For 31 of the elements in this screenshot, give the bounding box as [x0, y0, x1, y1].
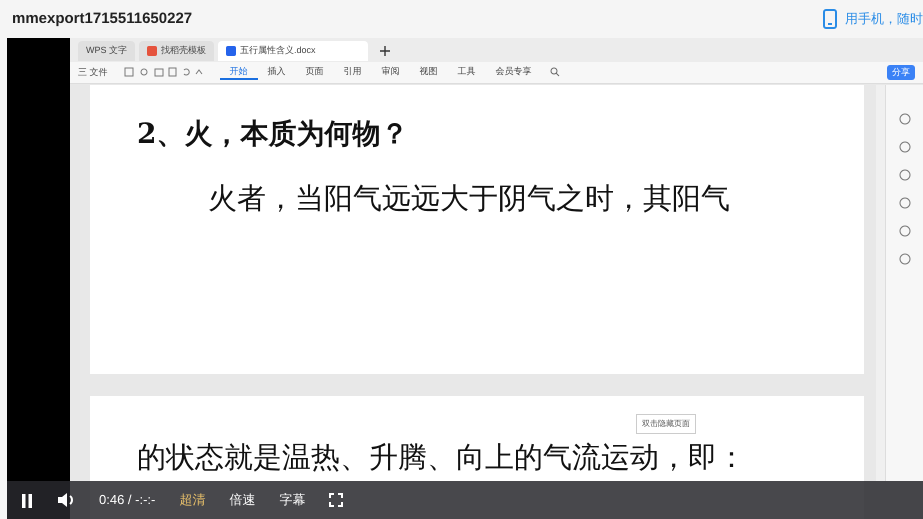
document-tab[interactable]: WPS 文字	[78, 41, 136, 60]
time-display: 0:46 / -:-:-	[99, 491, 156, 510]
menu-tab[interactable]: 工具	[448, 64, 486, 80]
menu-tab[interactable]: 插入	[258, 64, 296, 80]
share-button[interactable]: 分享	[887, 64, 915, 80]
menu-tab[interactable]: 开始	[220, 64, 258, 80]
paragraph-text: 火者，当阳气远远大于阴气之时，其阳气	[208, 180, 730, 217]
scrollbar[interactable]	[876, 85, 885, 481]
menu-tab[interactable]: 引用	[334, 64, 372, 80]
volume-icon[interactable]	[57, 492, 75, 508]
template-icon	[147, 46, 158, 56]
fullscreen-button[interactable]	[329, 493, 344, 507]
phone-icon[interactable]	[823, 9, 837, 29]
document-tab[interactable]: 找稻壳模板	[139, 41, 214, 60]
menu-tab[interactable]: 视图	[410, 64, 448, 80]
heading-text: 2、火，本质为何物？	[137, 116, 408, 152]
menu-tab[interactable]: 页面	[296, 64, 334, 80]
document-icon	[226, 46, 236, 56]
help-icon[interactable]	[898, 253, 910, 265]
subtitles-button[interactable]: 字幕	[279, 490, 306, 510]
paragraph-text: 的状态就是温热、升腾、向上的气流运动，即：	[137, 442, 746, 474]
speed-button[interactable]: 倍速	[229, 490, 256, 510]
file-menu[interactable]: 三 文件	[78, 66, 108, 80]
tooltip: 双击隐藏页面	[636, 414, 696, 434]
document-tab[interactable]: 五行属性含义.docx	[218, 41, 368, 60]
quick-access-icons[interactable]	[124, 66, 204, 80]
quality-button[interactable]: 超清	[179, 490, 206, 510]
menu-tab[interactable]: 审阅	[372, 64, 410, 80]
new-tab-button[interactable]	[380, 44, 390, 58]
menu-tab[interactable]: 会员专享	[486, 64, 542, 80]
window-title: mmexport1715511650227	[12, 8, 192, 29]
